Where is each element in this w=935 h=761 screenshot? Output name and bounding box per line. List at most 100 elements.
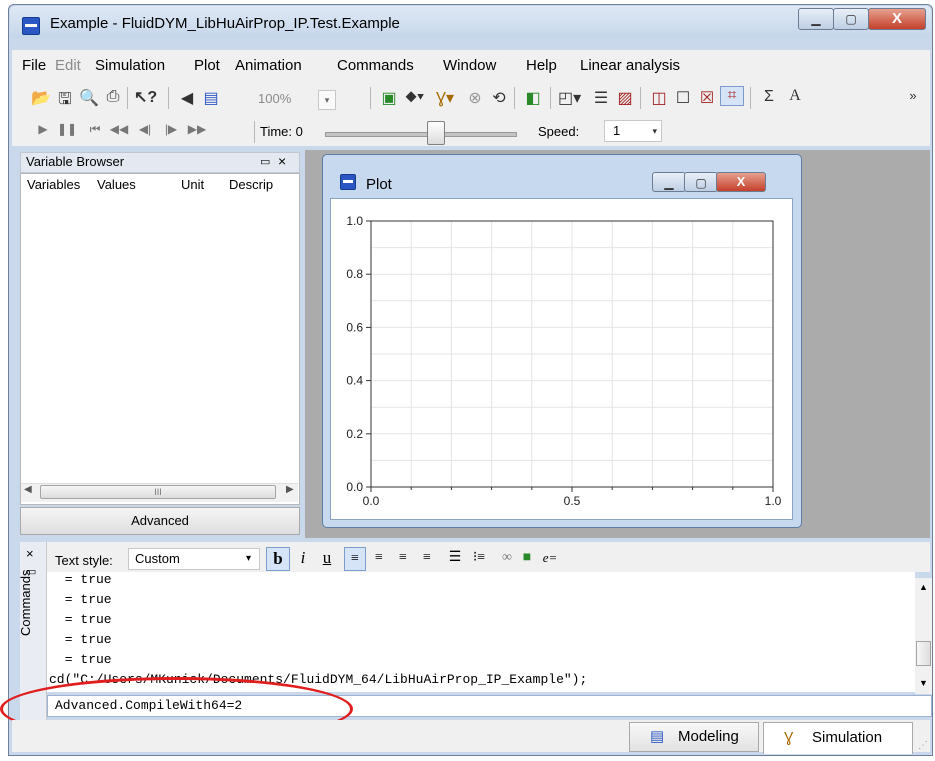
output-line: = true bbox=[57, 572, 112, 587]
align-left-icon[interactable]: ≡ bbox=[344, 547, 366, 571]
align-right-icon[interactable]: ≡ bbox=[392, 547, 414, 571]
numbered-list-icon[interactable]: ⁝≡ bbox=[468, 547, 490, 571]
toolbar-separator bbox=[127, 87, 128, 109]
align-justify-icon[interactable]: ≡ bbox=[416, 547, 438, 571]
stop-icon[interactable]: ⊗ bbox=[464, 88, 486, 108]
column-values[interactable]: Values bbox=[97, 177, 136, 192]
plot-window-icon bbox=[340, 174, 356, 190]
commands-output[interactable]: = true = true = true = true = true cd("C… bbox=[47, 572, 915, 692]
vscroll-thumb[interactable] bbox=[916, 641, 931, 666]
scroll-up-icon[interactable]: ▲ bbox=[919, 582, 928, 592]
toolbar-separator bbox=[550, 87, 551, 109]
equation-icon[interactable]: e= bbox=[538, 547, 562, 571]
close-panel-icon[interactable]: × bbox=[278, 153, 286, 169]
printer-icon[interactable]: ▤ bbox=[200, 88, 222, 108]
plot-maximize-button[interactable]: ▢ bbox=[684, 172, 718, 192]
continue-icon[interactable]: ⟲ bbox=[488, 88, 510, 108]
table-icon[interactable]: ☰ bbox=[590, 88, 612, 108]
commands-vscrollbar[interactable]: ▲ ▼ bbox=[915, 578, 932, 694]
toolbar-separator bbox=[514, 87, 515, 109]
close-panel-icon[interactable]: × bbox=[26, 546, 34, 561]
menu-animation[interactable]: Animation bbox=[235, 57, 302, 74]
sigma-icon[interactable]: Σ bbox=[758, 88, 780, 106]
zoom-field[interactable]: 100% bbox=[258, 91, 310, 109]
menu-plot[interactable]: Plot bbox=[194, 57, 220, 74]
menu-linear-analysis[interactable]: Linear analysis bbox=[580, 57, 680, 74]
align-center-icon[interactable]: ≡ bbox=[368, 547, 390, 571]
bold-button[interactable]: b bbox=[266, 547, 290, 571]
scroll-down-icon[interactable]: ▼ bbox=[919, 678, 928, 688]
step-back-icon[interactable]: ◀| bbox=[134, 122, 156, 136]
menu-help[interactable]: Help bbox=[526, 57, 557, 74]
column-variables[interactable]: Variables bbox=[27, 177, 80, 192]
minimize-button[interactable]: ▁ bbox=[798, 8, 834, 30]
zoom-dropdown-button[interactable]: ▾ bbox=[318, 90, 336, 110]
plot-area[interactable]: 0.0 0.2 0.4 0.6 0.8 1.0 0.0 0.5 1.0 bbox=[330, 198, 793, 520]
plot-expression-icon[interactable]: ◫ bbox=[648, 88, 670, 108]
open-icon[interactable]: 📂 bbox=[30, 88, 52, 108]
x-tick-label: 0.5 bbox=[564, 494, 581, 508]
toolbar-overflow[interactable]: » bbox=[902, 88, 924, 103]
bullet-list-icon[interactable]: ☰ bbox=[444, 547, 466, 571]
menu-window[interactable]: Window bbox=[443, 57, 496, 74]
translate-icon[interactable]: ⬥▾ bbox=[404, 88, 426, 106]
maximize-button[interactable]: ▢ bbox=[833, 8, 869, 30]
text-style-select[interactable]: Custom ▾ bbox=[128, 548, 260, 570]
plot-minimize-button[interactable]: ▁ bbox=[652, 172, 686, 192]
tab-modeling[interactable]: ▤ Modeling bbox=[629, 722, 759, 752]
time-slider-track[interactable] bbox=[325, 132, 517, 137]
simulate-icon[interactable]: Ɣ▾ bbox=[434, 88, 456, 108]
link-icon[interactable]: ∞ bbox=[496, 547, 518, 571]
x-tick-label: 0.0 bbox=[363, 494, 380, 508]
float-panel-icon[interactable]: ▭ bbox=[260, 155, 270, 168]
simulate-setup-icon[interactable]: ▣ bbox=[378, 88, 400, 108]
hscroll-thumb[interactable]: III bbox=[40, 485, 276, 499]
print-icon[interactable]: ⎙ bbox=[102, 88, 124, 106]
column-unit[interactable]: Unit bbox=[181, 177, 204, 192]
advanced-button[interactable]: Advanced bbox=[20, 507, 300, 535]
fast-forward-icon[interactable]: ▶▶ bbox=[186, 122, 208, 136]
color-icon[interactable]: ■ bbox=[518, 547, 536, 571]
rewind-start-icon[interactable]: ⏮ bbox=[84, 122, 106, 137]
simulation-icon: Ɣ bbox=[784, 729, 794, 746]
menu-commands[interactable]: Commands bbox=[337, 57, 414, 74]
menu-simulation[interactable]: Simulation bbox=[95, 57, 165, 74]
scroll-left-icon[interactable]: ◀ bbox=[24, 484, 32, 495]
step-forward-icon[interactable]: |▶ bbox=[160, 122, 182, 136]
play-icon[interactable]: ▶ bbox=[32, 122, 54, 136]
save-icon[interactable]: 🖫 bbox=[54, 88, 76, 115]
y-tick-label: 1.0 bbox=[346, 214, 363, 228]
menu-edit[interactable]: Edit bbox=[55, 57, 81, 74]
resize-grip-icon[interactable]: ⋰ bbox=[918, 740, 928, 751]
speed-select[interactable]: 1 ▾ bbox=[604, 120, 662, 142]
back-arrow-icon[interactable]: ◀ bbox=[176, 88, 198, 108]
modeling-icon: ▤ bbox=[650, 728, 665, 745]
erase-curves-icon[interactable]: ☒ bbox=[696, 88, 718, 108]
column-description[interactable]: Descrip bbox=[229, 177, 273, 192]
menu-file[interactable]: File bbox=[22, 57, 46, 74]
y-tick-label: 0.6 bbox=[346, 320, 363, 334]
plot-close-button[interactable]: X bbox=[716, 172, 766, 192]
rescale-icon[interactable]: ☐ bbox=[672, 88, 694, 108]
pause-icon[interactable]: ❚❚ bbox=[56, 122, 78, 136]
main-toolbar: 📂 🖫 🔍 ⎙ ↖? ◀ ▤ ▣ ⬥▾ Ɣ▾ ⊗ ⟲ ◧ ◰▾ ☰ ▨ ◫ ☐ … bbox=[12, 78, 930, 118]
toolbar-separator bbox=[168, 87, 169, 109]
italic-button[interactable]: i bbox=[292, 547, 314, 571]
tab-simulation-label: Simulation bbox=[812, 729, 883, 746]
rewind-icon[interactable]: ◀◀ bbox=[108, 122, 130, 136]
time-readout: Time: 0 bbox=[260, 124, 303, 139]
plot-chart[interactable]: 0.0 0.2 0.4 0.6 0.8 1.0 0.0 0.5 1.0 bbox=[331, 199, 792, 519]
close-button[interactable]: X bbox=[868, 8, 926, 30]
x-tick-label: 1.0 bbox=[765, 494, 782, 508]
text-icon[interactable]: A bbox=[784, 87, 806, 105]
time-slider-thumb[interactable] bbox=[427, 121, 445, 145]
3d-view-icon[interactable]: ◧ bbox=[522, 88, 544, 108]
search-icon[interactable]: 🔍 bbox=[78, 88, 100, 108]
plot-setup-icon[interactable]: ▨ bbox=[614, 88, 636, 108]
new-plot-icon[interactable]: ◰▾ bbox=[558, 88, 581, 108]
scroll-right-icon[interactable]: ▶ bbox=[286, 484, 294, 495]
underline-button[interactable]: u bbox=[316, 547, 338, 571]
grid-toggle-icon[interactable]: ⌗ bbox=[720, 86, 744, 106]
tab-simulation[interactable]: Ɣ Simulation bbox=[763, 722, 913, 754]
help-pointer-icon[interactable]: ↖? bbox=[134, 87, 157, 107]
